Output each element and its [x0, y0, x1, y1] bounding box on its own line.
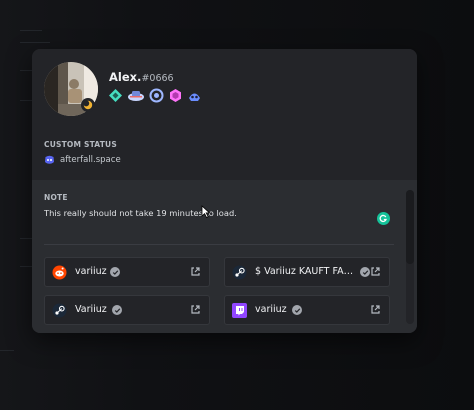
discriminator: #0666 — [141, 73, 174, 84]
idle-status-indicator — [81, 98, 95, 112]
nitro-boost-icon[interactable] — [187, 88, 202, 103]
hypesquad-balance-icon[interactable] — [108, 88, 123, 103]
connected-account-steam[interactable]: $ Variiuz KAUFT FAL... — [224, 257, 390, 287]
early-supporter-icon[interactable] — [127, 88, 145, 103]
steam-icon — [232, 265, 247, 280]
moon-icon — [83, 100, 93, 110]
steam-icon — [52, 303, 67, 318]
mouse-cursor-icon — [201, 205, 211, 218]
twitch-icon — [232, 303, 247, 318]
connected-account-reddit[interactable]: variiuz — [44, 257, 210, 287]
note-title: NOTE — [44, 193, 68, 202]
external-link-icon[interactable] — [370, 304, 381, 315]
divider — [44, 244, 394, 245]
custom-status-text: afterfall.space — [60, 154, 121, 165]
external-link-icon[interactable] — [370, 266, 381, 277]
server-boost-icon[interactable] — [168, 88, 183, 103]
account-name: Variiuz — [75, 304, 107, 315]
verified-check-icon — [360, 267, 370, 277]
verified-check-icon — [112, 305, 122, 315]
connected-account-twitch[interactable]: variiuz — [224, 295, 390, 325]
verified-check-icon — [292, 305, 302, 315]
custom-status: afterfall.space — [44, 154, 121, 165]
profile-badges — [108, 88, 202, 103]
reddit-icon — [52, 265, 67, 280]
account-name: variiuz — [75, 266, 107, 277]
profile-header: Alex. #0666 CUSTOM STATUS afterfall.spac… — [32, 49, 417, 180]
username-row: Alex. #0666 — [109, 70, 174, 84]
external-link-icon[interactable] — [190, 304, 201, 315]
verified-check-icon — [110, 267, 120, 277]
connected-account-steam[interactable]: Variiuz — [44, 295, 210, 325]
account-name: variiuz — [255, 304, 287, 315]
external-link-icon[interactable] — [190, 266, 201, 277]
custom-status-title: CUSTOM STATUS — [44, 140, 117, 149]
display-name[interactable]: Alex. — [109, 70, 141, 84]
grammarly-icon[interactable] — [377, 212, 390, 225]
profile-body: NOTE This really should not take 19 minu… — [32, 180, 417, 333]
nitro-icon[interactable] — [149, 88, 164, 103]
account-name: $ Variiuz KAUFT FAL... — [255, 266, 357, 277]
discord-icon — [45, 155, 54, 164]
scrollbar-thumb[interactable] — [406, 190, 414, 264]
user-profile-modal: Alex. #0666 CUSTOM STATUS afterfall.spac… — [32, 49, 417, 333]
